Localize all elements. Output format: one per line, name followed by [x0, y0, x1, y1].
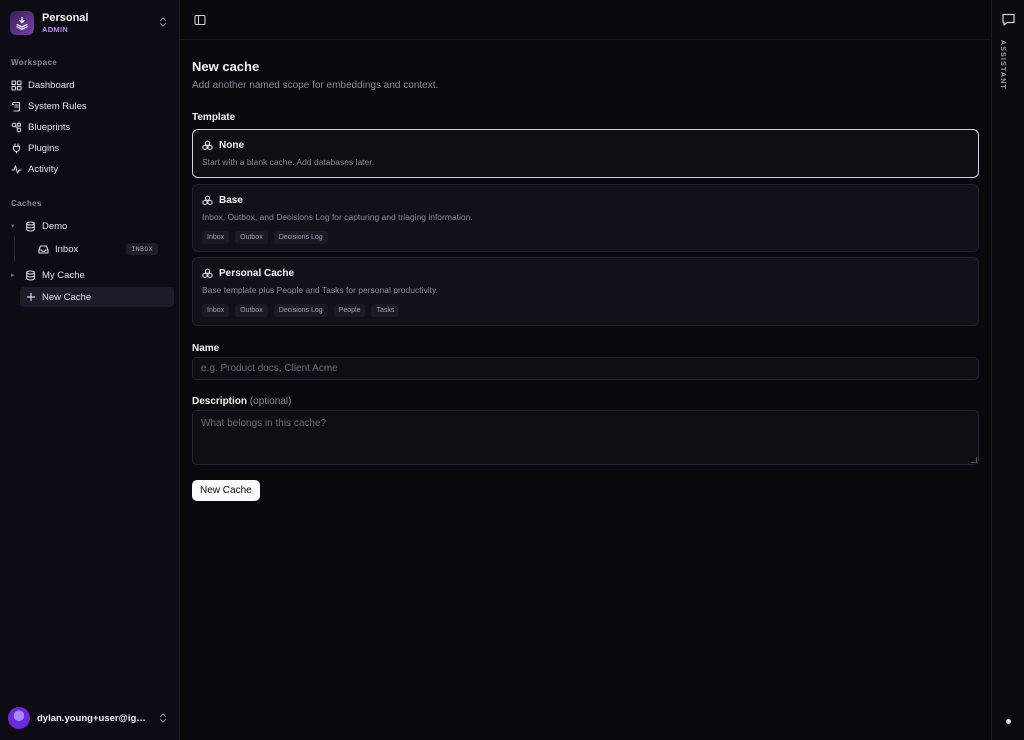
description-label: Description (optional)	[192, 396, 292, 407]
template-description: Inbox, Outbox, and Decisions Log for cap…	[202, 212, 473, 222]
boxes-icon	[202, 268, 213, 279]
name-input[interactable]	[192, 357, 979, 380]
sidebar-item-plugins[interactable]: Plugins	[8, 139, 174, 158]
cache-item-my-cache[interactable]: My Cache	[25, 265, 174, 285]
cache-child-label: Inbox	[55, 243, 79, 255]
grid-icon	[11, 80, 22, 91]
cache-child-inbox[interactable]: Inbox INBOX	[38, 239, 158, 259]
template-option-base[interactable]: Base Inbox, Outbox, and Decisions Log fo…	[192, 184, 979, 252]
template-name: None	[219, 140, 244, 151]
workspace-logo-icon	[10, 11, 34, 35]
assistant-rail: ASSISTANT	[991, 0, 1024, 740]
chip: Outbox	[235, 231, 268, 244]
sidebar-item-label: Dashboard	[28, 80, 75, 91]
boxes-icon	[202, 140, 213, 151]
sidebar-item-label: System Rules	[28, 101, 87, 112]
cache-item-label: Demo	[42, 220, 68, 232]
sidebar-item-dashboard[interactable]: Dashboard	[8, 76, 174, 95]
workspace-name: Personal	[42, 11, 89, 24]
template-name: Personal Cache	[219, 268, 295, 279]
template-label: Template	[192, 112, 236, 123]
chip: Outbox	[235, 304, 268, 317]
template-name: Base	[219, 195, 243, 206]
create-cache-button[interactable]: New Cache	[192, 480, 260, 501]
assistant-toggle-button[interactable]	[1001, 12, 1017, 28]
sidebar-toggle-button[interactable]	[192, 12, 208, 28]
plus-icon	[26, 292, 36, 302]
plug-icon	[12, 143, 21, 154]
boxes-icon	[202, 195, 213, 206]
user-menu[interactable]: dylan.young+user@ign...	[8, 705, 172, 731]
resize-handle[interactable]	[971, 457, 977, 463]
nodes-icon	[11, 122, 22, 133]
template-option-none[interactable]: None Start with a blank cache. Add datab…	[192, 129, 979, 178]
cache-item-new-cache[interactable]: New Cache	[20, 287, 174, 307]
caret-down-icon[interactable]: ▾	[11, 222, 15, 230]
chip: People	[333, 304, 366, 317]
page-title: New cache	[192, 59, 260, 74]
sidebar-item-label: Activity	[28, 164, 59, 175]
workspace-role: ADMIN	[42, 24, 69, 34]
scroll-icon	[11, 101, 21, 112]
panel-left-icon	[194, 14, 206, 26]
caret-right-icon[interactable]: ▸	[11, 271, 15, 279]
tree-connector	[14, 236, 15, 262]
assistant-label[interactable]: ASSISTANT	[999, 40, 1006, 90]
template-description: Start with a blank cache. Add databases …	[202, 157, 374, 167]
database-icon	[26, 220, 35, 232]
status-dot	[1006, 719, 1011, 724]
pulse-icon	[11, 165, 22, 174]
inbox-icon	[38, 244, 49, 254]
cache-item-label: My Cache	[42, 269, 85, 281]
optional-hint: (optional)	[249, 396, 292, 407]
chevron-up-down-icon	[159, 17, 167, 27]
template-chips: Inbox Outbox Decisions Log People Tasks	[202, 304, 400, 317]
template-option-personal-cache[interactable]: Personal Cache Base template plus People…	[192, 257, 979, 326]
cache-item-label: New Cache	[42, 291, 92, 303]
template-description: Base template plus People and Tasks for …	[202, 285, 438, 295]
message-square-icon	[1002, 13, 1015, 26]
sidebar-item-label: Plugins	[28, 143, 60, 154]
workspace-section-label: Workspace	[11, 58, 58, 67]
topbar	[180, 0, 991, 40]
workspace-switcher[interactable]: Personal ADMIN	[8, 8, 172, 38]
sidebar-item-label: Blueprints	[28, 122, 71, 133]
sidebar: Personal ADMIN Workspace Dashboard Syste…	[0, 0, 180, 740]
template-chips: Inbox Outbox Decisions Log	[202, 231, 328, 244]
chevron-up-down-icon	[159, 713, 167, 723]
caches-section-label: Caches	[11, 199, 42, 208]
chip: Inbox	[202, 304, 230, 317]
chip: Decisions Log	[273, 304, 328, 317]
page-subtitle: Add another named scope for embeddings a…	[192, 80, 439, 91]
chip: Inbox	[202, 231, 230, 244]
sidebar-item-blueprints[interactable]: Blueprints	[8, 118, 174, 137]
sidebar-item-activity[interactable]: Activity	[8, 160, 174, 179]
database-icon	[26, 269, 35, 281]
chip: Tasks	[371, 304, 400, 317]
description-textarea[interactable]	[192, 410, 979, 465]
avatar	[8, 707, 30, 729]
inbox-badge: INBOX	[126, 243, 158, 255]
cache-item-demo[interactable]: Demo	[25, 216, 174, 236]
chip: Decisions Log	[273, 231, 328, 244]
sidebar-item-system-rules[interactable]: System Rules	[8, 97, 174, 116]
user-email: dylan.young+user@ign...	[37, 712, 149, 724]
description-label-text: Description	[192, 396, 248, 407]
name-label: Name	[192, 343, 220, 354]
